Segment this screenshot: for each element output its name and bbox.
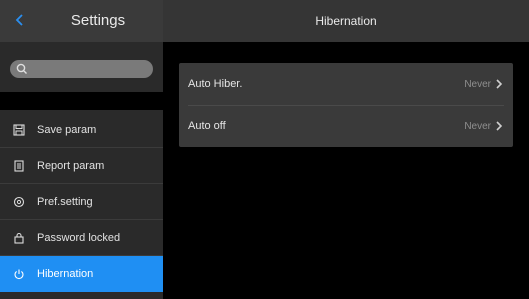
sidebar-item-label: Password locked (37, 231, 121, 244)
setting-value: Never (464, 78, 491, 90)
sidebar-item-label: Save param (37, 123, 97, 136)
setting-label: Auto Hiber. (188, 78, 243, 90)
sidebar-item-password-locked[interactable]: Password locked (0, 220, 163, 256)
sidebar-item-hibernation[interactable]: Hibernation (0, 256, 163, 292)
main-header: Hibernation (163, 0, 529, 42)
settings-card: Auto Hiber. Never Auto off Never (179, 63, 513, 147)
setting-label: Auto off (188, 120, 226, 132)
divider (0, 92, 163, 110)
chevron-left-icon[interactable] (10, 10, 30, 30)
sidebar-header: Settings (0, 0, 163, 42)
sidebar-menu: Save param Report param Pref.setting Pas… (0, 112, 163, 292)
setting-value: Never (464, 120, 491, 132)
chevron-right-icon (494, 120, 504, 132)
setting-row-auto-off[interactable]: Auto off Never (179, 105, 513, 147)
chevron-right-icon (494, 78, 504, 90)
sidebar-title: Settings (70, 12, 126, 29)
lock-icon (12, 231, 26, 245)
power-icon (12, 267, 26, 281)
search-area (0, 42, 163, 92)
sidebar-item-label: Hibernation (37, 268, 94, 280)
sidebar-item-save-param[interactable]: Save param (0, 112, 163, 148)
sidebar: Settings Save param Report param Pref.se… (0, 0, 163, 299)
save-icon (12, 123, 26, 137)
search-input[interactable] (10, 60, 153, 78)
setting-row-auto-hiber[interactable]: Auto Hiber. Never (179, 63, 513, 105)
preference-icon (12, 195, 26, 209)
page-title: Hibernation (315, 14, 377, 28)
sidebar-item-label: Pref.setting (37, 195, 93, 208)
report-icon (12, 159, 26, 173)
sidebar-item-report-param[interactable]: Report param (0, 148, 163, 184)
sidebar-item-pref-setting[interactable]: Pref.setting (0, 184, 163, 220)
sidebar-item-label: Report param (37, 159, 105, 172)
search-icon (15, 62, 29, 76)
